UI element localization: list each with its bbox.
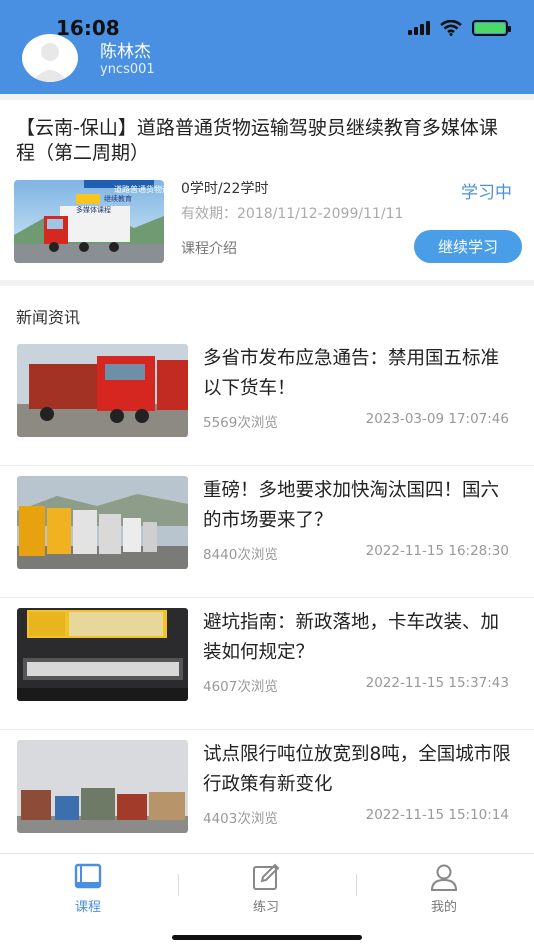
- status-icons: [408, 20, 511, 36]
- avatar[interactable]: [22, 34, 78, 82]
- news-date: 2022-11-15 15:37:43: [365, 675, 509, 691]
- thumb-line-1: 道路普通货物运输: [114, 184, 164, 194]
- wifi-icon: [440, 20, 462, 36]
- battery-icon: [472, 20, 511, 36]
- tab-course-label: 课程: [74, 900, 101, 915]
- profile-header: 16:08 陈林杰 yncs001: [0, 0, 534, 94]
- news-image: [17, 608, 188, 701]
- news-image: [17, 476, 188, 569]
- tab-mine-label: 我的: [430, 900, 457, 915]
- news-section-title: 新闻资讯: [16, 308, 81, 327]
- news-views: 8440次浏览: [203, 547, 278, 563]
- news-item[interactable]: 重磅！多地要求加快淘汰国四！国六的市场要来了？ 8440次浏览 2022-11-…: [0, 466, 534, 598]
- home-indicator: [172, 935, 362, 940]
- news-title: 避坑指南：新政落地，卡车改装、加装如何规定？: [203, 612, 500, 663]
- news-title: 多省市发布应急通告：禁用国五标准以下货车！: [203, 348, 500, 399]
- news-views: 4607次浏览: [203, 679, 278, 695]
- course-validity: 有效期：2018/11/12-2099/11/11: [181, 206, 404, 222]
- news-date: 2022-11-15 16:28:30: [365, 543, 509, 559]
- signal-icon: [408, 21, 430, 35]
- edit-icon: [253, 863, 280, 890]
- news-title: 试点限行吨位放宽到8吨，全国城市限行政策有新变化: [203, 744, 511, 795]
- course-hours: 0学时/22学时: [181, 181, 269, 197]
- news-item[interactable]: 试点限行吨位放宽到8吨，全国城市限行政策有新变化 4403次浏览 2022-11…: [0, 730, 534, 862]
- course-status: 学习中: [461, 183, 512, 203]
- news-title: 重磅！多地要求加快淘汰国四！国六的市场要来了？: [203, 480, 500, 531]
- news-date: 2022-11-15 15:10:14: [365, 807, 509, 823]
- course-intro-link[interactable]: 课程介绍: [181, 238, 237, 258]
- bottom-tab-bar: 课程 练习 我的: [0, 853, 534, 950]
- news-views: 5569次浏览: [203, 415, 278, 431]
- tab-practice-label: 练习: [252, 900, 279, 915]
- continue-learning-button[interactable]: 继续学习: [414, 230, 522, 263]
- thumb-line-3: 多媒体课程: [76, 205, 111, 214]
- course-thumbnail[interactable]: 道路普通货物运输 继续教育 多媒体课程: [14, 180, 164, 263]
- user-id: yncs001: [100, 62, 155, 77]
- news-image: [17, 344, 188, 437]
- course-title: 【云南-保山】道路普通货物运输驾驶员继续教育多媒体课程（第二周期）: [16, 117, 498, 164]
- user-name: 陈林杰: [100, 42, 151, 62]
- news-image: [17, 740, 188, 833]
- news-views: 4403次浏览: [203, 811, 278, 827]
- news-item[interactable]: 避坑指南：新政落地，卡车改装、加装如何规定？ 4607次浏览 2022-11-1…: [0, 598, 534, 730]
- avatar-placeholder-icon: [32, 43, 68, 82]
- thumb-line-2: 继续教育: [104, 194, 132, 203]
- tab-mine[interactable]: 我的: [384, 862, 504, 915]
- user-icon: [430, 864, 458, 891]
- tab-course[interactable]: 课程: [28, 862, 148, 915]
- news-date: 2023-03-09 17:07:46: [365, 411, 509, 427]
- tab-practice[interactable]: 练习: [206, 862, 326, 915]
- news-section: 新闻资讯 多省市发布应急通告：禁用国五标准以下货车！ 5569次浏览 2023-…: [0, 286, 534, 862]
- news-item[interactable]: 多省市发布应急通告：禁用国五标准以下货车！ 5569次浏览 2023-03-09…: [0, 334, 534, 466]
- book-icon: [74, 863, 102, 889]
- course-card[interactable]: 【云南-保山】道路普通货物运输驾驶员继续教育多媒体课程（第二周期） 道路普通货物…: [0, 100, 534, 280]
